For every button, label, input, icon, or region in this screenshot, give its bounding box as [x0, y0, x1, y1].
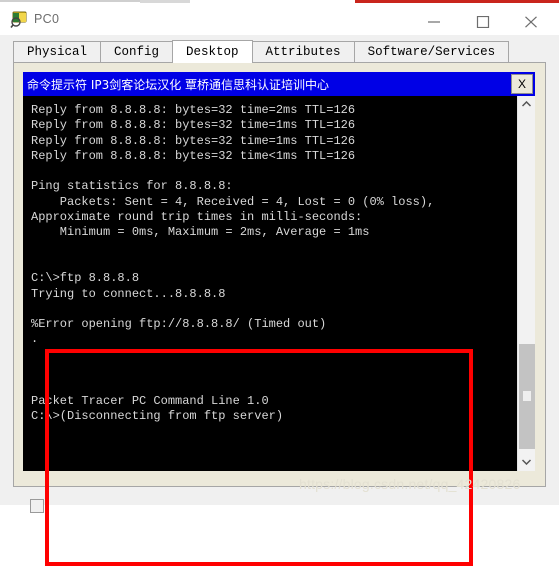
terminal-line: Reply from 8.8.8.8: bytes=32 time=1ms TT… — [31, 118, 356, 133]
command-prompt-window: 命令提示符 IP3剑客论坛汉化 覃桥通信思科认证培训中心 X Reply fro… — [23, 72, 535, 566]
chevron-down-icon — [522, 459, 531, 465]
terminal-line: Ping statistics for 8.8.8.8: — [31, 179, 233, 194]
packet-tracer-pc-icon — [10, 10, 28, 28]
terminal-line: C:\>(Disconnecting from ftp server) — [31, 408, 284, 423]
terminal-line: Trying to connect...8.8.8.8 — [31, 286, 226, 301]
tab-desktop[interactable]: Desktop — [172, 40, 253, 63]
panel-left-margin — [0, 35, 11, 488]
terminal-line: %Error opening ftp://8.8.8.8/ (Timed out… — [31, 317, 327, 332]
window-title: PC0 — [34, 12, 60, 26]
close-icon — [525, 16, 537, 28]
scroll-down-button[interactable] — [518, 454, 535, 471]
tab-bar: Physical Config Desktop Attributes Softw… — [0, 35, 559, 63]
terminal-line: . — [31, 332, 39, 347]
title-bar: PC0 — [0, 3, 559, 36]
minimize-button[interactable] — [412, 6, 456, 36]
command-prompt-title: 命令提示符 IP3剑客论坛汉化 覃桥通信思科认证培训中心 — [27, 78, 330, 92]
pc0-window: PC0 Physical Config Desktop Attributes S… — [0, 0, 559, 566]
terminal-output[interactable]: Reply from 8.8.8.8: bytes=32 time=2ms TT… — [23, 96, 517, 471]
terminal-line: C:\>ftp 8.8.8.8 — [31, 271, 140, 286]
terminal-line: Minimum = 0ms, Maximum = 2ms, Average = … — [31, 225, 370, 240]
tab-strip: Physical Config Desktop Attributes Softw… — [13, 40, 510, 63]
minimize-icon — [428, 21, 440, 23]
terminal-line: Reply from 8.8.8.8: bytes=32 time=2ms TT… — [31, 103, 356, 117]
maximize-button[interactable] — [461, 6, 505, 36]
scrollbar-thumb-grip — [523, 391, 531, 401]
window-bottom-area — [0, 488, 559, 505]
scrollbar-thumb[interactable] — [519, 344, 535, 449]
terminal-scrollbar[interactable] — [517, 96, 535, 471]
tab-software-services[interactable]: Software/Services — [353, 41, 510, 63]
terminal-line: Packet Tracer PC Command Line 1.0 — [31, 470, 517, 471]
tab-config[interactable]: Config — [100, 41, 174, 63]
scroll-up-button[interactable] — [518, 96, 535, 113]
desktop-panel: 命令提示符 IP3剑客论坛汉化 覃桥通信思科认证培训中心 X Reply fro… — [13, 62, 546, 566]
tab-physical[interactable]: Physical — [13, 41, 102, 63]
command-prompt-title-bar: 命令提示符 IP3剑客论坛汉化 覃桥通信思科认证培训中心 X — [23, 72, 535, 96]
terminal-line: Approximate round trip times in milli-se… — [31, 210, 363, 225]
chevron-up-icon — [522, 101, 531, 107]
terminal-line: Packets: Sent = 4, Received = 4, Lost = … — [31, 194, 435, 209]
terminal-line: Reply from 8.8.8.8: bytes=32 time<1ms TT… — [31, 148, 356, 163]
desktop-background-square — [30, 499, 44, 513]
close-button[interactable] — [509, 6, 553, 36]
tab-attributes[interactable]: Attributes — [251, 41, 355, 63]
terminal-line: Reply from 8.8.8.8: bytes=32 time=1ms TT… — [31, 133, 356, 148]
terminal-line: Packet Tracer PC Command Line 1.0 — [31, 393, 269, 408]
terminal-area: Reply from 8.8.8.8: bytes=32 time=2ms TT… — [23, 96, 535, 566]
command-prompt-close-button[interactable]: X — [511, 74, 533, 94]
top-strip-grey-left — [0, 0, 140, 2]
maximize-icon — [476, 16, 490, 28]
